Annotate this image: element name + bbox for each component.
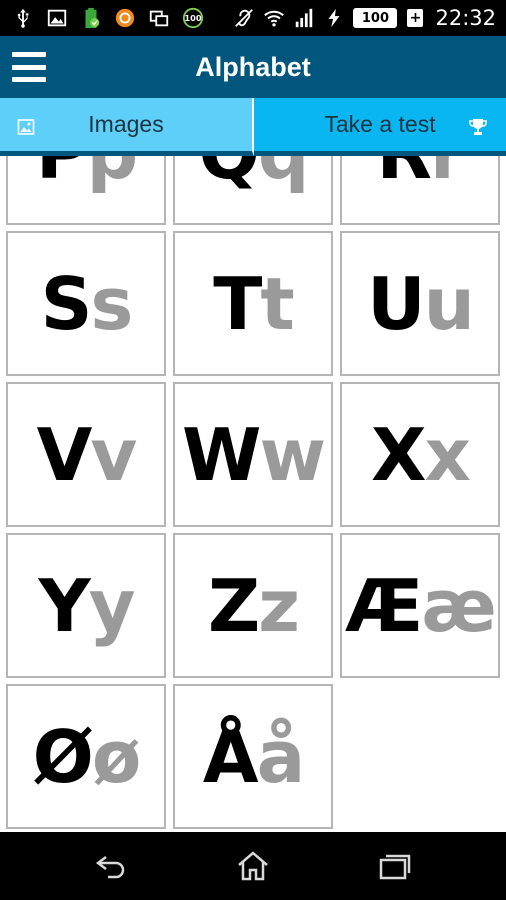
- lowercase-letter: æ: [421, 563, 496, 648]
- tab-take-a-test-label: Take a test: [324, 111, 436, 137]
- letter-pair: Yy: [38, 570, 135, 642]
- tab-images[interactable]: Images: [0, 98, 254, 156]
- trophy-icon: [468, 116, 488, 136]
- wifi-icon: [263, 7, 285, 29]
- lowercase-letter: z: [258, 563, 300, 648]
- home-icon[interactable]: [233, 848, 273, 884]
- lowercase-letter: s: [90, 261, 134, 346]
- letter-card[interactable]: Pp: [6, 156, 166, 225]
- uppercase-letter: Q: [199, 156, 260, 195]
- charging-icon: [323, 7, 345, 29]
- app-bar: Alphabet: [0, 36, 506, 98]
- letter-grid: PpQqRrSsTtUuVvWwXxYyZzÆæØøÅå: [6, 156, 500, 829]
- lowercase-letter: ø: [91, 714, 141, 799]
- letter-card[interactable]: Vv: [6, 382, 166, 527]
- letter-card[interactable]: Yy: [6, 533, 166, 678]
- signal-icon: [293, 7, 315, 29]
- letter-pair: Tt: [213, 268, 295, 340]
- letter-pair: Rr: [377, 156, 466, 189]
- uppercase-letter: P: [36, 156, 89, 195]
- battery-plus-badge: +: [407, 9, 424, 27]
- letter-card[interactable]: Øø: [6, 684, 166, 829]
- recent-apps-icon[interactable]: [375, 848, 415, 884]
- page-title: Alphabet: [195, 51, 311, 82]
- letter-pair: Xx: [371, 419, 471, 491]
- letter-pair: Vv: [37, 419, 138, 491]
- letter-pair: Ss: [41, 268, 134, 340]
- letter-pair: Zz: [208, 570, 300, 642]
- letter-card[interactable]: Ææ: [340, 533, 500, 678]
- uppercase-letter: R: [377, 156, 432, 195]
- app-icon: [114, 7, 136, 29]
- battery-indicator: 100: [353, 8, 398, 28]
- lowercase-letter: v: [90, 412, 137, 497]
- lowercase-letter: t: [260, 261, 294, 346]
- letter-card[interactable]: Zz: [173, 533, 333, 678]
- navigation-bar: [0, 832, 506, 900]
- image-icon: [46, 7, 68, 29]
- hearing-icon: [233, 7, 255, 29]
- letter-grid-viewport[interactable]: PpQqRrSsTtUuVvWwXxYyZzÆæØøÅå: [0, 156, 506, 832]
- uppercase-letter: Ø: [32, 714, 94, 799]
- letter-pair: Qq: [199, 156, 310, 189]
- uppercase-letter: Z: [207, 563, 260, 648]
- status-left-icons: 100: [12, 7, 204, 29]
- letter-pair: Pp: [36, 156, 138, 189]
- uppercase-letter: Æ: [345, 563, 423, 648]
- letter-card[interactable]: Qq: [173, 156, 333, 225]
- lowercase-letter: q: [258, 156, 310, 195]
- status-bar: 100 100 + 22:32: [0, 0, 506, 36]
- svg-text:100: 100: [184, 13, 201, 23]
- letter-card[interactable]: Ww: [173, 382, 333, 527]
- lowercase-letter: y: [88, 563, 136, 648]
- tab-images-label: Images: [88, 111, 164, 137]
- lowercase-letter: x: [424, 412, 471, 497]
- uppercase-letter: T: [213, 261, 262, 346]
- back-icon[interactable]: [91, 848, 131, 884]
- window-icon: [148, 7, 170, 29]
- letter-pair: Ææ: [345, 570, 497, 642]
- uppercase-letter: Å: [202, 714, 259, 799]
- lowercase-letter: å: [256, 714, 306, 799]
- lowercase-letter: u: [423, 261, 475, 346]
- lowercase-letter: p: [87, 156, 139, 195]
- battery-app-icon: [80, 7, 102, 29]
- uppercase-letter: W: [182, 412, 261, 497]
- lowercase-letter: r: [430, 156, 465, 195]
- hamburger-menu-icon[interactable]: [12, 52, 46, 82]
- tab-take-a-test[interactable]: Take a test: [254, 98, 506, 156]
- letter-card[interactable]: Åå: [173, 684, 333, 829]
- letter-card[interactable]: Uu: [340, 231, 500, 376]
- tab-bar: Images Take a test: [0, 98, 506, 156]
- status-clock: 22:32: [435, 6, 496, 30]
- uppercase-letter: U: [367, 261, 425, 346]
- uppercase-letter: X: [371, 412, 426, 497]
- letter-pair: Ww: [182, 419, 326, 491]
- letter-pair: Øø: [33, 721, 142, 793]
- badge-100-icon: 100: [182, 7, 204, 29]
- uppercase-letter: V: [36, 412, 93, 497]
- letter-card[interactable]: Tt: [173, 231, 333, 376]
- letter-card[interactable]: Rr: [340, 156, 500, 225]
- letter-pair: Åå: [203, 721, 305, 793]
- image-icon: [16, 116, 36, 136]
- letter-card[interactable]: Ss: [6, 231, 166, 376]
- lowercase-letter: w: [259, 412, 326, 497]
- uppercase-letter: S: [40, 261, 93, 346]
- letter-card[interactable]: Xx: [340, 382, 500, 527]
- uppercase-letter: Y: [38, 563, 90, 648]
- status-right-icons: 100 + 22:32: [233, 6, 496, 30]
- usb-icon: [12, 7, 34, 29]
- letter-pair: Uu: [367, 268, 475, 340]
